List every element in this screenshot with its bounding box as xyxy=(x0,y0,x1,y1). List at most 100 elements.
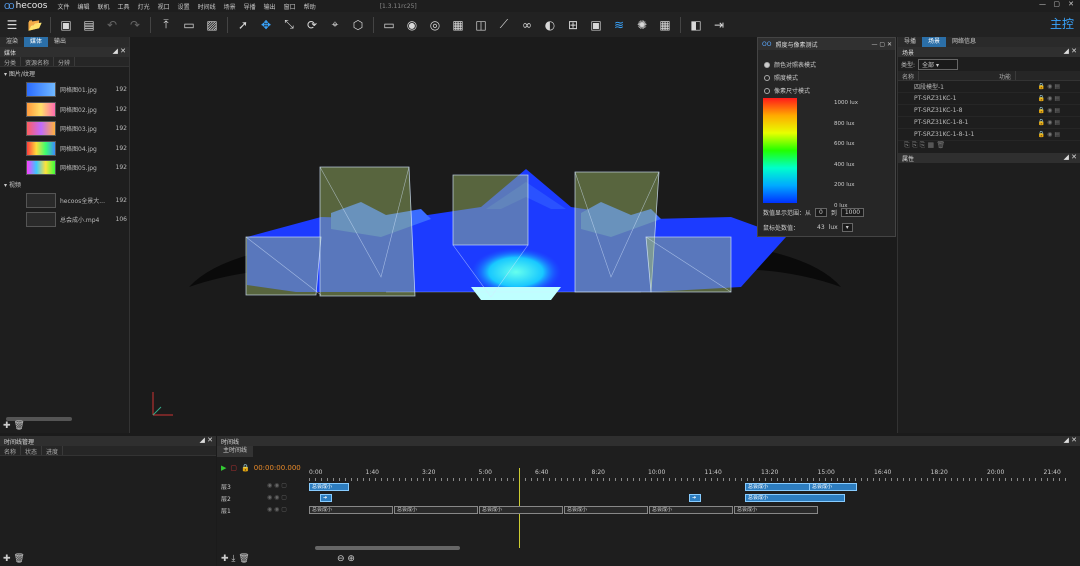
media-item[interactable]: 网格图02.jpg 192 xyxy=(0,100,129,120)
frame-icon[interactable]: ▭ xyxy=(181,17,197,33)
type-select[interactable]: 全部 ▾ xyxy=(918,58,959,70)
tab-right-2[interactable]: 网络信息 xyxy=(946,37,982,47)
redo-icon[interactable]: ↷ xyxy=(127,17,143,33)
panel-pin-close-icon[interactable]: ◢ ✕ xyxy=(200,436,213,444)
image-icon[interactable]: ▨ xyxy=(204,17,220,33)
tab-right-0[interactable]: 导播 xyxy=(898,37,922,47)
menu-item-11[interactable]: 窗口 xyxy=(280,2,300,11)
save-icon[interactable]: ▣ xyxy=(58,17,74,33)
unit-dropdown-icon[interactable]: ▾ xyxy=(841,223,853,232)
scene-item[interactable]: PT-SRZ31KC-1-8 🔒 ◉ ▤ xyxy=(898,105,1080,117)
folder-icon[interactable]: 📂 xyxy=(27,17,43,33)
eye-outline-icon[interactable]: ◎ xyxy=(427,17,443,33)
timeline-clip-highlight[interactable]: 总会成小 xyxy=(809,483,857,491)
menu-item-8[interactable]: 场景 xyxy=(220,2,240,11)
menu-item-2[interactable]: 联机 xyxy=(94,2,114,11)
select-icon[interactable]: ➚ xyxy=(235,17,251,33)
layer-visibility-icon[interactable]: ◉ ◉ ▢ xyxy=(267,494,287,501)
panel-pin-close-icon[interactable]: ◢ ✕ xyxy=(1064,47,1077,55)
range-to-input[interactable]: 1000 xyxy=(840,208,865,217)
eye-icon[interactable]: ◉ xyxy=(404,17,420,33)
media-item[interactable]: 网格图05.jpg 192 xyxy=(0,158,129,178)
scale-icon[interactable]: ⤡ xyxy=(281,17,297,33)
layer-visibility-icon[interactable]: ◉ ◉ ▢ xyxy=(267,506,287,513)
media-group-0[interactable]: ▾ 图片/纹理 xyxy=(0,67,129,80)
media-item[interactable]: 网格图03.jpg 192 xyxy=(0,119,129,139)
lock-icon[interactable]: 🔒 xyxy=(241,464,250,472)
scene-item-actions-icon[interactable]: 🔒 ◉ ▤ xyxy=(1038,83,1060,90)
panel-pin-close-icon[interactable]: ◢ ✕ xyxy=(113,47,126,55)
media-item[interactable]: 总会成小.mp4 106 xyxy=(0,210,129,230)
mesh-icon[interactable]: ⊞ xyxy=(565,17,581,33)
range-from-input[interactable]: 0 xyxy=(815,208,827,217)
import-icon[interactable]: ⤒ xyxy=(158,17,174,33)
scene-item-actions-icon[interactable]: 🔒 ◉ ▤ xyxy=(1038,95,1060,102)
layout-icon[interactable]: ▦ xyxy=(657,17,673,33)
projector-icon[interactable]: ▣ xyxy=(588,17,604,33)
timeline-clip[interactable]: 总会成小 xyxy=(734,506,818,514)
layer-label[interactable]: 层3 xyxy=(221,482,231,491)
scene-item[interactable]: PT-SRZ31KC-1 🔒 ◉ ▤ xyxy=(898,93,1080,105)
menu-item-12[interactable]: 帮助 xyxy=(300,2,320,11)
exit-icon[interactable]: ⇥ xyxy=(711,17,727,33)
scene-item[interactable]: PT-SRZ31KC-1-8-1 🔒 ◉ ▤ xyxy=(898,117,1080,129)
menu-item-3[interactable]: 工具 xyxy=(114,2,134,11)
zoom-icons[interactable]: ⊖ ⊕ xyxy=(337,554,355,564)
timeline-add-delete-icon[interactable]: ✚ 🗑 xyxy=(3,554,25,564)
scene-item-actions-icon[interactable]: 🔒 ◉ ▤ xyxy=(1038,119,1060,126)
play-icon[interactable]: ▶ xyxy=(221,464,226,472)
panel-pin-close-icon[interactable]: ◢ ✕ xyxy=(1064,153,1077,161)
split-icon[interactable]: ◧ xyxy=(688,17,704,33)
menu-item-7[interactable]: 时间线 xyxy=(194,2,220,11)
tab-left-1[interactable]: 媒体 xyxy=(24,37,49,47)
layer-visibility-icon[interactable]: ◉ ◉ ▢ xyxy=(267,482,287,489)
media-item[interactable]: hecoos全景大... 192 xyxy=(0,191,129,211)
scene-item[interactable]: 四段模型-1 🔒 ◉ ▤ xyxy=(898,81,1080,93)
tab-right-1[interactable]: 场景 xyxy=(922,37,947,47)
timeline-clip[interactable]: 总会成小 xyxy=(479,506,563,514)
clip-marker-icon[interactable]: ➜ xyxy=(320,494,332,502)
window-control-icon[interactable]: ▢ xyxy=(1053,0,1060,8)
timeline-clip[interactable]: 总会成小 xyxy=(309,506,393,514)
blend-icon[interactable]: ◐ xyxy=(542,17,558,33)
tab-left-2[interactable]: 输出 xyxy=(48,37,72,47)
radio-dot[interactable] xyxy=(764,61,770,68)
layer-label[interactable]: 层1 xyxy=(221,506,231,515)
scene-action-icons[interactable]: ⎘ ⎘ ⎘ ▦ 🗑 xyxy=(898,141,1080,153)
camera-icon[interactable]: ◫ xyxy=(473,17,489,33)
clip-marker-icon[interactable]: ➜ xyxy=(689,494,701,502)
menu-item-0[interactable]: 文件 xyxy=(54,2,74,11)
mode-radio-0[interactable]: 颜色对照表模式 xyxy=(758,58,895,71)
monitor-icon[interactable]: ▭ xyxy=(381,17,397,33)
window-control-icon[interactable]: — xyxy=(1039,0,1046,8)
stop-icon[interactable]: ▢ xyxy=(230,464,237,472)
undo-icon[interactable]: ↶ xyxy=(104,17,120,33)
place-icon[interactable]: ⌖ xyxy=(327,17,343,33)
menu-item-4[interactable]: 灯光 xyxy=(134,2,154,11)
timeline-clip[interactable]: 总会成小 xyxy=(564,506,648,514)
cube-icon[interactable]: ⬡ xyxy=(350,17,366,33)
media-group-1[interactable]: ▾ 视频 xyxy=(0,178,129,191)
panel-pin-close-icon[interactable]: ◢ ✕ xyxy=(1064,436,1077,444)
tab-main-timeline[interactable]: 主时间线 xyxy=(217,446,254,457)
radio-dot[interactable] xyxy=(764,87,770,94)
app-menu-icon[interactable]: ☰ xyxy=(4,17,20,33)
scene-item-actions-icon[interactable]: 🔒 ◉ ▤ xyxy=(1038,107,1060,114)
main-control-button[interactable]: 主控 xyxy=(1050,15,1074,32)
ruler-icon[interactable]: ⟋ xyxy=(496,17,512,33)
layer-label[interactable]: 层2 xyxy=(221,494,231,503)
media-item[interactable]: 网格图04.jpg 192 xyxy=(0,139,129,159)
menu-item-10[interactable]: 输出 xyxy=(260,2,280,11)
timeline-clip-highlight[interactable]: 总会成小 xyxy=(309,483,349,491)
timeline-scrollbar[interactable] xyxy=(315,546,460,550)
grid-icon[interactable]: ▦ xyxy=(450,17,466,33)
timeline-footer-icons[interactable]: ✚ ⤓ 🗑 xyxy=(221,554,250,564)
menu-item-1[interactable]: 编辑 xyxy=(74,2,94,11)
timeline-clip-highlight[interactable]: 总会成小 xyxy=(745,494,845,502)
timeline-clip[interactable]: 总会成小 xyxy=(394,506,478,514)
lightbulb-icon[interactable]: ✺ xyxy=(634,17,650,33)
link-icon[interactable]: ∞ xyxy=(519,17,535,33)
media-item[interactable]: 网格图01.jpg 192 xyxy=(0,80,129,100)
tab-left-0[interactable]: 渲染 xyxy=(0,37,24,47)
window-controls-icon[interactable]: — ▢ ✕ xyxy=(871,41,895,48)
